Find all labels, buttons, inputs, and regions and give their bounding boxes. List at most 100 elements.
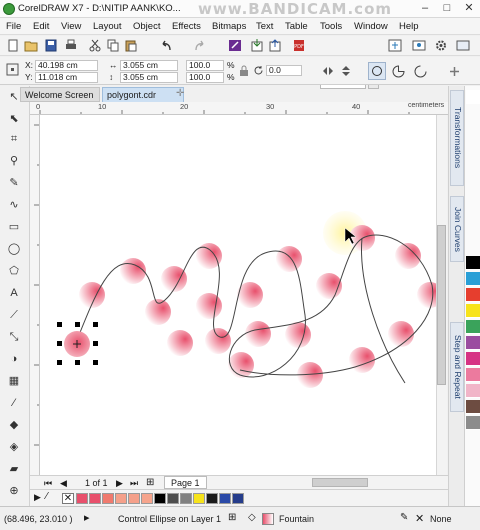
blend-tool-icon[interactable]: ◑ [6,352,22,366]
save-icon[interactable] [44,39,58,52]
palette-swatch[interactable] [206,493,218,504]
prev-page-icon[interactable]: ◀ [60,478,67,489]
eyedropper-icon[interactable]: ⁄ [46,491,48,502]
palette-swatch[interactable] [167,493,179,504]
vertical-ruler[interactable] [30,115,40,483]
selected-control-ellipse[interactable] [57,322,98,365]
mirror-vertical-icon[interactable] [340,65,352,77]
transparency-tool-icon[interactable]: ▦ [6,374,22,388]
pie-mode-icon[interactable] [392,65,405,78]
last-page-icon[interactable]: ⏭ [130,478,138,489]
dimension-tool-icon[interactable]: ⟋ [6,308,22,322]
connector-tool-icon[interactable]: ⤡ [6,330,22,344]
no-outline-icon[interactable]: ✕ [415,512,424,525]
drawing-svg[interactable] [40,115,436,475]
ellipse-mode-button[interactable] [368,62,386,80]
open-icon[interactable] [24,39,38,52]
horizontal-scrollbar-thumb[interactable] [312,478,368,487]
menu-layout[interactable]: Layout [93,21,122,32]
outline-tool-icon[interactable]: ▰ [6,462,22,476]
palette-swatch[interactable] [76,493,88,504]
rotation-field[interactable]: 0.0 [266,65,302,76]
drawing-canvas[interactable] [40,115,436,475]
palette-swatch[interactable] [466,288,480,302]
palette-swatch[interactable] [128,493,140,504]
scale-y-field[interactable]: 100.0 [186,72,224,83]
palette-swatch[interactable] [115,493,127,504]
play-icon[interactable]: ▸ [84,511,90,524]
palette-swatch[interactable] [466,400,480,414]
shape-tool-icon[interactable]: ⬉ [6,112,22,126]
view-icon[interactable] [412,39,426,52]
search-content-icon[interactable] [228,39,242,52]
palette-swatch[interactable] [232,493,244,504]
scale-x-field[interactable]: 100.0 [186,60,224,71]
menu-object[interactable]: Object [133,21,160,32]
tab-polygont-cdr[interactable]: polygont.cdr [102,87,184,102]
palette-swatch[interactable] [219,493,231,504]
import-icon[interactable] [250,39,264,52]
width-field[interactable]: 3.055 cm [120,60,178,71]
palette-swatch[interactable] [180,493,192,504]
new-icon[interactable] [6,39,20,52]
tab-welcome-screen[interactable]: Welcome Screen [20,87,100,102]
interactive-fill-icon[interactable]: ◆ [6,418,22,432]
print-icon[interactable] [64,39,78,52]
eyedropper-tool-icon[interactable]: ⁄ [6,396,22,410]
maximize-button[interactable]: □ [436,0,458,17]
options-icon[interactable] [434,39,448,52]
palette-swatch[interactable] [102,493,114,504]
palette-swatch[interactable] [193,493,205,504]
palette-swatch[interactable] [466,256,480,270]
polygon-tool-icon[interactable]: ⬠ [6,264,22,278]
y-position-field[interactable]: 11.018 cm [35,72,98,83]
ellipse-tool-icon[interactable]: ◯ [6,242,22,256]
add-page-icon[interactable]: ⊞ [146,477,154,488]
palette-swatch[interactable] [466,272,480,286]
full-screen-icon[interactable] [388,39,402,52]
export-icon[interactable] [268,39,282,52]
blend-control-path[interactable] [74,234,434,384]
first-page-icon[interactable]: ⏮ [44,478,52,489]
palette-swatch[interactable] [466,90,480,104]
palette-swatch[interactable] [89,493,101,504]
cut-icon[interactable] [88,39,102,52]
paste-icon[interactable] [124,39,138,52]
palette-swatch[interactable] [466,384,480,398]
add-tool-icon[interactable]: ⊕ [6,484,22,498]
artistic-media-icon[interactable]: ∿ [6,198,22,212]
no-color-swatch[interactable]: ✕ [62,493,74,504]
menu-file[interactable]: File [6,21,21,32]
page-tab[interactable]: Page 1 [164,476,207,489]
mirror-horizontal-icon[interactable] [322,65,334,77]
rectangle-tool-icon[interactable]: ▭ [6,220,22,234]
freehand-tool-icon[interactable]: ✎ [6,176,22,190]
docker-tab-join-curves[interactable]: Join Curves [450,196,464,262]
palette-swatch[interactable] [141,493,153,504]
palette-swatch[interactable] [154,493,166,504]
palette-swatch[interactable] [466,336,480,350]
close-button[interactable]: ✕ [458,0,480,17]
docker-tab-transformations[interactable]: Transformations [450,90,464,186]
add-tab-icon[interactable]: ✛ [176,88,184,99]
height-field[interactable]: 3.055 cm [120,72,178,83]
menu-text[interactable]: Text [256,21,273,32]
menu-effects[interactable]: Effects [172,21,201,32]
fill-swatch[interactable] [262,513,274,525]
palette-swatch[interactable] [466,416,480,430]
minimize-button[interactable]: – [414,0,436,17]
menu-tools[interactable]: Tools [320,21,342,32]
palette-swatch[interactable] [466,304,480,318]
horizontal-ruler[interactable]: 0 10 20 30 40 centimeters [30,102,448,115]
x-position-field[interactable]: 40.198 cm [35,60,98,71]
undo-icon[interactable] [160,39,174,52]
blend-circles[interactable] [79,225,436,388]
text-tool-icon[interactable]: A [6,286,22,300]
arc-mode-icon[interactable] [414,65,427,78]
redo-icon[interactable] [192,39,206,52]
crop-tool-icon[interactable]: ⌗ [6,132,22,146]
menu-view[interactable]: View [61,21,81,32]
docker-tab-step-and-repeat[interactable]: Step and Repeat [450,322,464,412]
color-profile-icon[interactable]: ⊞ [228,512,236,523]
menu-bitmaps[interactable]: Bitmaps [212,21,246,32]
